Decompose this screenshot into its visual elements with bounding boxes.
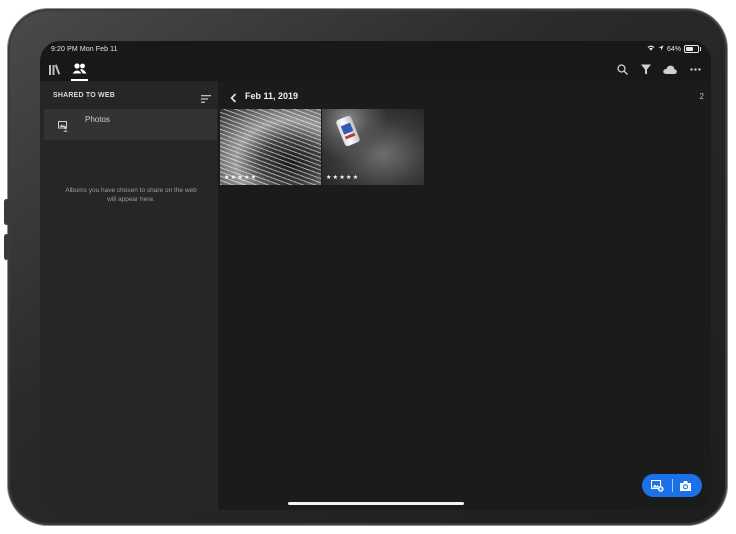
filter-icon[interactable] (639, 62, 653, 76)
cloud-icon[interactable] (662, 62, 678, 76)
photo-thumbnail[interactable]: ★★★★★ (220, 109, 321, 185)
photo-thumbnail[interactable]: ★★★★★ (322, 109, 424, 185)
can-object (335, 115, 361, 147)
hardware-button (4, 234, 9, 260)
status-right: 64% (647, 45, 701, 53)
screen: 9:20 PM Mon Feb 11 64% SHARED TO WEB Pho… (40, 41, 711, 510)
wifi-icon (647, 45, 655, 53)
top-bar (40, 57, 711, 81)
home-indicator[interactable] (288, 502, 464, 505)
floating-action-button-group (642, 474, 702, 497)
back-chevron-icon[interactable] (230, 90, 237, 108)
battery-percent: 64% (666, 45, 681, 53)
status-bar: 9:20 PM Mon Feb 11 64% (40, 41, 711, 57)
fab-divider (672, 479, 673, 492)
status-time: 9:20 PM Mon Feb 11 (51, 46, 118, 53)
shared-album-icon (58, 119, 69, 137)
main-content: Feb 11, 2019 2 ★★★★★ ★★★★★ (218, 81, 711, 510)
photo-count: 2 (699, 92, 704, 101)
sidebar-header: SHARED TO WEB (53, 92, 115, 99)
star-rating: ★★★★★ (326, 175, 360, 181)
star-rating: ★★★★★ (224, 175, 258, 181)
location-icon (658, 45, 664, 53)
hardware-button (4, 199, 9, 225)
sidebar-album-photos[interactable]: Photos (44, 109, 217, 140)
search-icon[interactable] (615, 62, 629, 76)
people-icon[interactable] (71, 61, 88, 75)
library-icon[interactable] (48, 62, 62, 76)
camera-icon[interactable] (679, 479, 692, 497)
sidebar: SHARED TO WEB Photos Albums you have cho… (40, 81, 218, 510)
sidebar-empty-message: Albums you have chosen to share on the w… (65, 187, 197, 203)
ipad-frame: 9:20 PM Mon Feb 11 64% SHARED TO WEB Pho… (4, 9, 727, 525)
album-name: Photos (85, 115, 110, 124)
battery-icon (684, 45, 701, 53)
add-photos-icon[interactable] (650, 479, 664, 497)
more-icon[interactable] (688, 62, 702, 76)
page-title: Feb 11, 2019 (245, 91, 299, 101)
sort-icon[interactable] (201, 90, 211, 108)
